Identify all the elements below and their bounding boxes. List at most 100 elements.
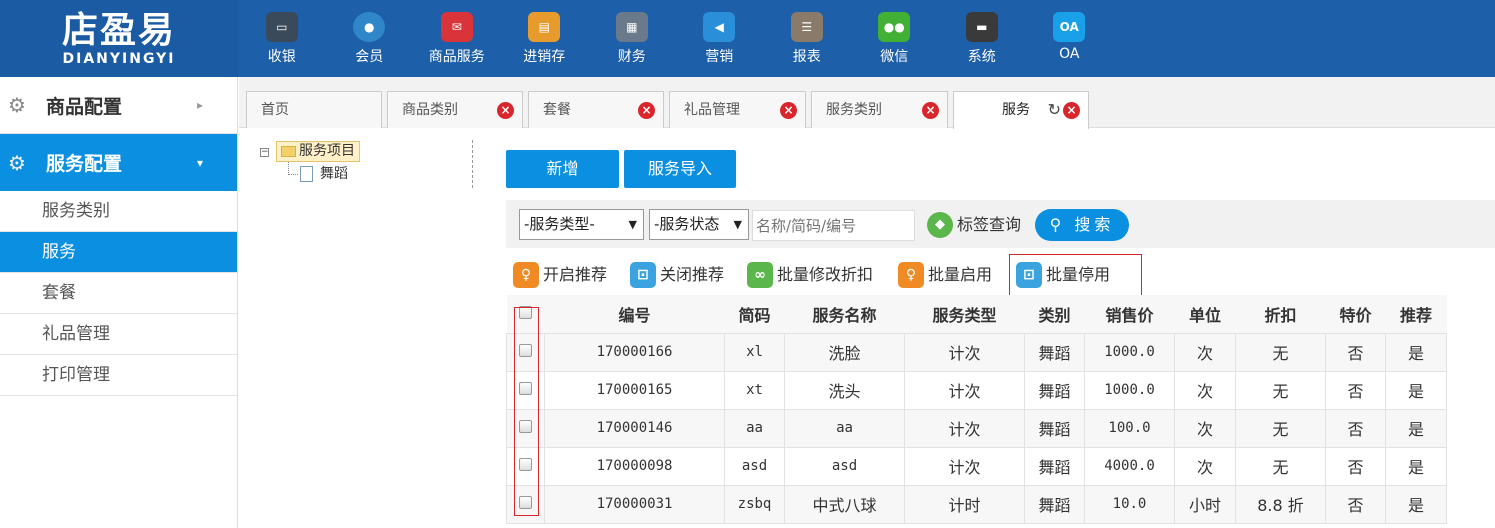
table-cell: 舞蹈: [1024, 446, 1085, 486]
sidebar-item-gift-management[interactable]: 礼品管理: [0, 314, 237, 355]
sidebar-item-print-management[interactable]: 打印管理: [0, 355, 237, 396]
refresh-icon[interactable]: ↻: [1048, 92, 1061, 128]
table-row[interactable]: 170000031 zsbq 中式八球 计时 舞蹈 10.0 小时 8.8 折 …: [506, 484, 1447, 524]
table-cell: 是: [1385, 484, 1447, 524]
nav-item-member[interactable]: ● 会员: [326, 0, 414, 77]
tab-service-category[interactable]: 服务类别 ×: [811, 91, 948, 128]
key-icon: ♀: [898, 262, 924, 288]
close-icon[interactable]: ×: [1063, 102, 1080, 119]
column-header[interactable]: 类别: [1024, 295, 1085, 334]
service-status-select[interactable]: -服务状态 ▼: [649, 209, 749, 240]
import-service-button[interactable]: 服务导入: [624, 150, 736, 188]
table-cell: 否: [1325, 408, 1386, 448]
nav-item-product-service[interactable]: ✉ 商品服务: [413, 0, 501, 77]
main-nav: ▭ 收银 ● 会员 ✉ 商品服务 ▤ 进销存 ▦ 财务 ◀ 营销 ☰ 报表 ●● 微信 ▬ 系统 …: [238, 0, 1113, 77]
sidebar-group-product-config[interactable]: ⚙ 商品配置 ▸: [0, 77, 237, 134]
batch-discount-button[interactable]: ∞ 批量修改折扣: [747, 262, 873, 288]
table-cell: 1000.0: [1084, 370, 1175, 410]
table-cell: 无: [1235, 370, 1326, 410]
column-header[interactable]: 编号: [544, 295, 725, 334]
batch-enable-button[interactable]: ♀ 批量启用: [898, 262, 992, 288]
tab-label: 礼品管理: [684, 102, 740, 118]
table-cell: 1000.0: [1084, 332, 1175, 372]
add-button[interactable]: 新增: [506, 150, 619, 188]
table-row[interactable]: 170000165 xt 洗头 计次 舞蹈 1000.0 次 无 否 是: [506, 370, 1447, 410]
nav-item-report[interactable]: ☰ 报表: [763, 0, 851, 77]
sidebar-item-service-category[interactable]: 服务类别: [0, 191, 237, 232]
table-cell: 170000098: [544, 446, 725, 486]
table-cell: 170000146: [544, 408, 725, 448]
table-cell: 次: [1174, 446, 1236, 486]
tab-package[interactable]: 套餐 ×: [528, 91, 664, 128]
action-label: 开启推荐: [543, 265, 608, 284]
key-icon: ♀: [513, 262, 539, 288]
table-cell: 否: [1325, 370, 1386, 410]
nav-item-marketing[interactable]: ◀ 营销: [676, 0, 764, 77]
nav-item-cashier[interactable]: ▭ 收银: [238, 0, 326, 77]
nav-label: 报表: [792, 49, 821, 65]
tag-query-button[interactable]: ◆ 标签查询: [927, 212, 1021, 238]
tab-product-category[interactable]: 商品类别 ×: [387, 91, 523, 128]
column-header[interactable]: 推荐: [1385, 295, 1447, 334]
sidebar-item-service[interactable]: 服务: [0, 232, 237, 273]
logo: 店盈易 DIANYINGYI: [0, 0, 238, 77]
table-cell: 170000166: [544, 332, 725, 372]
gear-icon: ⚙: [8, 93, 26, 117]
inventory-icon: ▤: [528, 12, 561, 42]
table-cell: 是: [1385, 446, 1447, 486]
disable-recommend-button[interactable]: ⊡ 关闭推荐: [630, 262, 724, 288]
table-cell: 小时: [1174, 484, 1236, 524]
nav-item-inventory[interactable]: ▤ 进销存: [501, 0, 589, 77]
column-header[interactable]: 服务类型: [904, 295, 1025, 334]
table-cell: asd: [724, 446, 785, 486]
tree-node[interactable]: 舞蹈: [300, 165, 348, 183]
column-header[interactable]: 简码: [724, 295, 785, 334]
tab-service[interactable]: 服务 ↻ ×: [953, 91, 1089, 129]
column-header[interactable]: 单位: [1174, 295, 1236, 334]
column-header[interactable]: 服务名称: [784, 295, 905, 334]
column-header[interactable]: 特价: [1325, 295, 1386, 334]
table-cell: 无: [1235, 332, 1326, 372]
tab-home[interactable]: 首页: [246, 91, 382, 128]
close-icon[interactable]: ×: [780, 102, 797, 119]
table-cell: aa: [724, 408, 785, 448]
nav-label: 微信: [880, 49, 909, 65]
highlight-box: [514, 307, 539, 516]
category-tree: − 服务项目 舞蹈: [258, 140, 473, 188]
close-icon[interactable]: ×: [922, 102, 939, 119]
tab-label: 首页: [261, 102, 289, 118]
table-row[interactable]: 170000098 asd asd 计次 舞蹈 4000.0 次 无 否 是: [506, 446, 1447, 486]
nav-item-finance[interactable]: ▦ 财务: [588, 0, 676, 77]
sidebar-item-package[interactable]: 套餐: [0, 273, 237, 314]
table-row[interactable]: 170000166 xl 洗脸 计次 舞蹈 1000.0 次 无 否 是: [506, 332, 1447, 372]
close-icon[interactable]: ×: [638, 102, 655, 119]
sidebar-group-service-config[interactable]: ⚙ 服务配置 ▾: [0, 134, 237, 191]
table-cell: 舞蹈: [1024, 484, 1085, 524]
report-icon: ☰: [790, 12, 823, 42]
tree-root[interactable]: 服务项目: [276, 141, 360, 162]
oa-icon: OA: [1053, 12, 1086, 42]
nav-item-system[interactable]: ▬ 系统: [938, 0, 1026, 77]
service-type-select[interactable]: -服务类型- ▼: [519, 209, 644, 240]
action-bar: ♀ 开启推荐 ⊡ 关闭推荐 ∞ 批量修改折扣 ♀ 批量启用 ⊡ 批量停用: [506, 254, 1495, 296]
tab-gift-management[interactable]: 礼品管理 ×: [669, 91, 806, 128]
table-row[interactable]: 170000146 aa aa 计次 舞蹈 100.0 次 无 否 是: [506, 408, 1447, 448]
service-status-value: -服务状态: [654, 215, 720, 233]
enable-recommend-button[interactable]: ♀ 开启推荐: [513, 262, 607, 288]
close-icon[interactable]: ×: [497, 102, 514, 119]
table-cell: 舞蹈: [1024, 332, 1085, 372]
column-header[interactable]: 销售价: [1084, 295, 1175, 334]
column-header[interactable]: 折扣: [1235, 295, 1326, 334]
nav-item-oa[interactable]: OA OA: [1026, 0, 1114, 77]
table-cell: xl: [724, 332, 785, 372]
search-button[interactable]: ⚲ 搜索: [1035, 209, 1129, 241]
chevron-down-icon: ▾: [196, 155, 203, 170]
tree-connector: [288, 162, 298, 175]
nav-label: OA: [1059, 46, 1080, 62]
cash-register-icon: ▭: [265, 12, 298, 42]
nav-item-wechat[interactable]: ●● 微信: [851, 0, 939, 77]
tab-bar: 首页 商品类别 × 套餐 × 礼品管理 × 服务类别 × 服务 ↻ ×: [239, 77, 1495, 129]
table-cell: 否: [1325, 332, 1386, 372]
collapse-icon[interactable]: −: [260, 148, 269, 157]
search-input[interactable]: [752, 210, 915, 241]
